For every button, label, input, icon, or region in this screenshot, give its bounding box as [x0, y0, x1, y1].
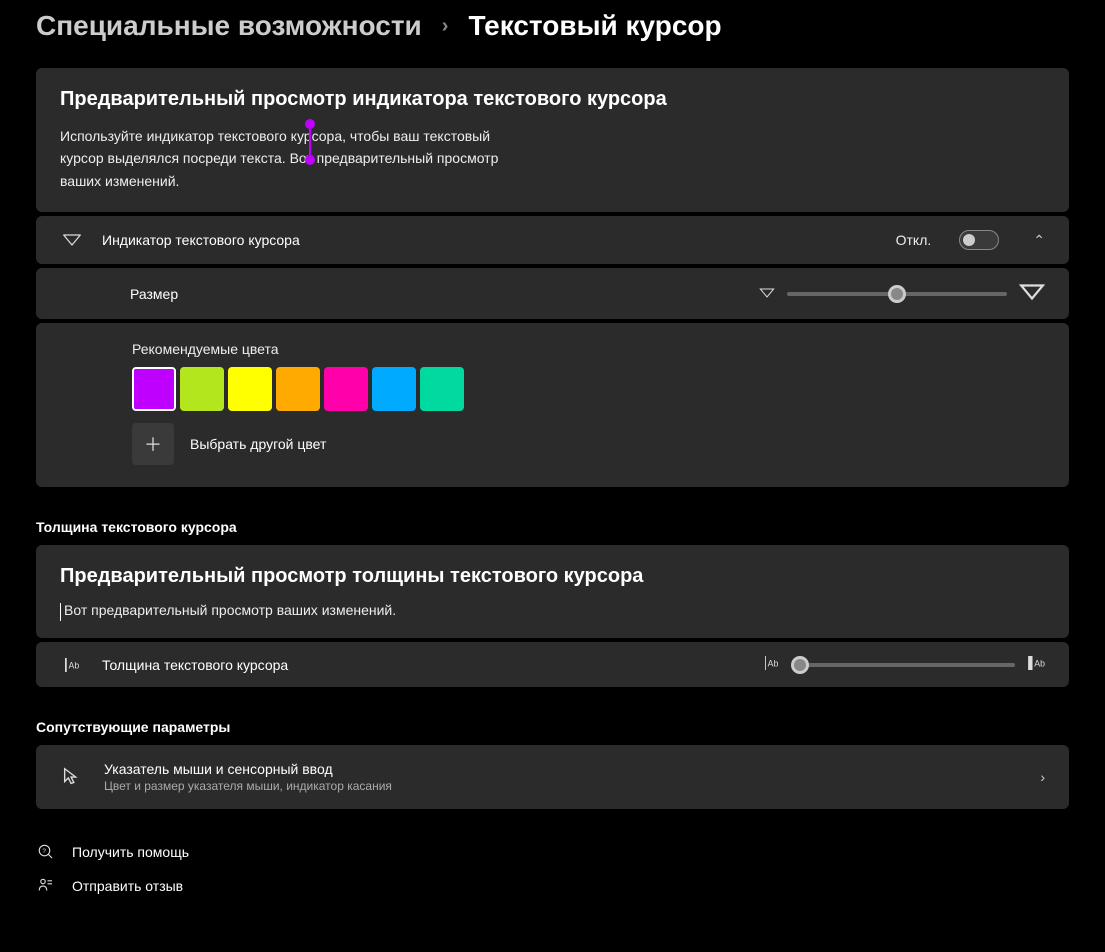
thickness-preview-body: Вот предварительный просмотр ваших измен…	[60, 602, 1045, 618]
svg-text:Ab: Ab	[1034, 659, 1045, 669]
choose-another-color-button[interactable]: ＋	[132, 423, 174, 465]
feedback-icon	[36, 877, 56, 895]
color-swatch-2[interactable]	[228, 367, 272, 411]
indicator-preview-text: Используйте индикатор текстового курсора…	[60, 128, 498, 189]
thickness-slider[interactable]	[793, 663, 1015, 667]
thickness-row: Ab Толщина текстового курсора Ab Ab	[36, 642, 1069, 687]
color-swatch-0[interactable]	[132, 367, 176, 411]
color-swatch-4[interactable]	[324, 367, 368, 411]
color-swatch-1[interactable]	[180, 367, 224, 411]
size-max-icon	[1019, 282, 1045, 305]
related-heading: Сопутствующие параметры	[36, 719, 1069, 735]
thin-cursor-preview	[60, 603, 61, 621]
svg-text:Ab: Ab	[768, 659, 779, 669]
toggle-state-label: Откл.	[896, 232, 932, 248]
indicator-preview-title: Предварительный просмотр индикатора текс…	[60, 88, 1045, 111]
color-swatch-3[interactable]	[276, 367, 320, 411]
indicator-preview-body: Используйте индикатор текстового курсора…	[60, 125, 520, 192]
indicator-preview-card: Предварительный просмотр индикатора текс…	[36, 68, 1069, 212]
chevron-right-icon: ›	[1040, 769, 1045, 785]
colors-label: Рекомендуемые цвета	[132, 341, 1045, 357]
svg-text:Ab: Ab	[69, 660, 80, 670]
thickness-heading: Толщина текстового курсора	[36, 519, 1069, 535]
choose-another-color-label: Выбрать другой цвет	[190, 436, 326, 452]
breadcrumb-parent[interactable]: Специальные возможности	[36, 10, 422, 42]
breadcrumb: Специальные возможности › Текстовый курс…	[36, 10, 1069, 42]
mouse-pointer-icon	[60, 766, 84, 788]
get-help-label: Получить помощь	[72, 844, 189, 860]
thickness-min-icon: Ab	[763, 656, 781, 673]
color-swatch-6[interactable]	[420, 367, 464, 411]
get-help-link[interactable]: ? Получить помощь	[36, 835, 1069, 869]
indicator-toggle-label: Индикатор текстового курсора	[102, 232, 300, 248]
related-mouse-row[interactable]: Указатель мыши и сенсорный ввод Цвет и р…	[36, 745, 1069, 809]
indicator-toggle[interactable]	[959, 230, 999, 250]
thickness-label: Толщина текстового курсора	[102, 657, 288, 673]
color-swatches	[132, 367, 1045, 411]
breadcrumb-current: Текстовый курсор	[468, 10, 721, 42]
svg-text:?: ?	[42, 848, 46, 855]
expand-icon[interactable]: ⌃	[1033, 232, 1045, 249]
size-label: Размер	[130, 286, 178, 302]
thickness-icon: Ab	[60, 658, 84, 672]
color-swatch-5[interactable]	[372, 367, 416, 411]
related-mouse-title: Указатель мыши и сенсорный ввод	[104, 761, 392, 777]
thickness-preview-title: Предварительный просмотр толщины текстов…	[60, 565, 1045, 588]
colors-card: Рекомендуемые цвета ＋ Выбрать другой цве…	[36, 323, 1069, 487]
thickness-preview-card: Предварительный просмотр толщины текстов…	[36, 545, 1069, 638]
indicator-toggle-row[interactable]: Индикатор текстового курсора Откл. ⌃	[36, 216, 1069, 264]
help-icon: ?	[36, 843, 56, 861]
send-feedback-label: Отправить отзыв	[72, 878, 183, 894]
thickness-max-icon: Ab	[1027, 656, 1045, 673]
size-min-icon	[759, 286, 775, 302]
chevron-right-icon: ›	[442, 15, 449, 38]
related-mouse-subtitle: Цвет и размер указателя мыши, индикатор …	[104, 779, 392, 793]
size-slider[interactable]	[787, 292, 1007, 296]
send-feedback-link[interactable]: Отправить отзыв	[36, 869, 1069, 903]
indicator-icon	[60, 233, 84, 247]
size-row: Размер	[36, 268, 1069, 319]
